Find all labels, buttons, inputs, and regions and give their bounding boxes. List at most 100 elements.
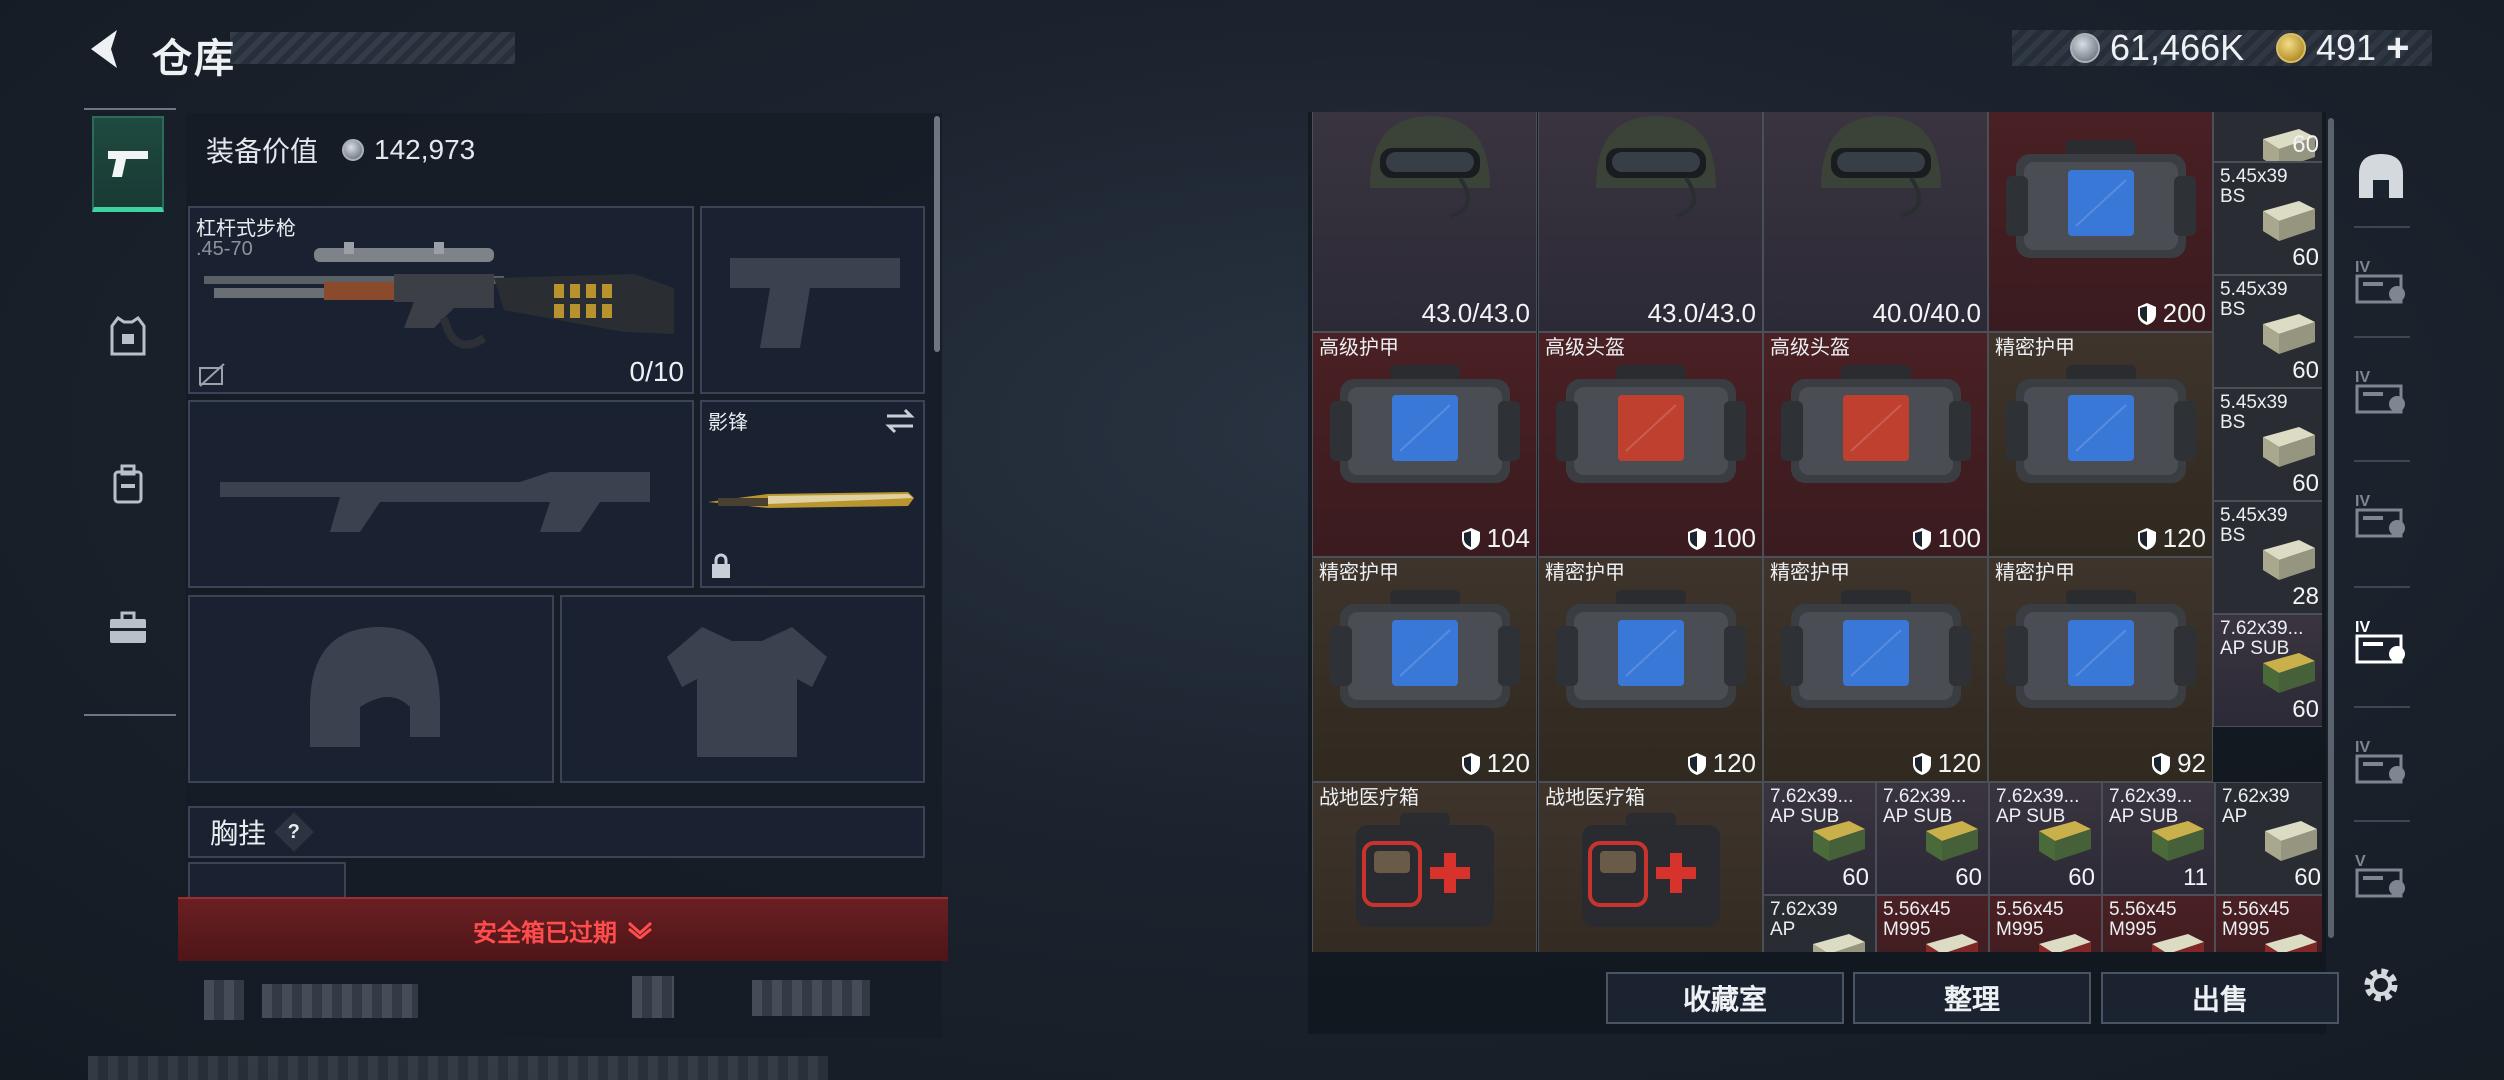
storage-tab-6[interactable]: IV — [2346, 726, 2416, 796]
pistol-slot[interactable] — [700, 206, 925, 394]
settings-button[interactable] — [2346, 950, 2416, 1020]
inventory-item[interactable]: 43.0/43.0 — [1312, 112, 1537, 332]
side-divider — [2354, 226, 2410, 228]
storage-tab-5[interactable]: IV — [2346, 606, 2416, 676]
item-value: 120 — [1461, 748, 1530, 779]
inventory-item[interactable]: 200 — [1988, 112, 2213, 332]
inventory-item[interactable]: 高级护甲 104 — [1312, 332, 1537, 557]
helmet-slot[interactable] — [188, 595, 554, 783]
ammo-item[interactable]: 5.56x45 M99560 — [1989, 895, 2102, 952]
chevron-down-icon — [627, 921, 653, 939]
ammo-item[interactable]: 7.62x39... AP SUB 60 — [2213, 614, 2322, 727]
item-label: 7.62x39 AP — [1770, 899, 1838, 940]
item-label: 7.62x39... AP SUB — [1883, 786, 1967, 827]
inventory-item[interactable]: 40.0/40.0 — [1763, 112, 1988, 332]
add-currency-button[interactable]: + — [2386, 26, 2409, 71]
inventory-item[interactable]: 精密护甲 120 — [1763, 557, 1988, 782]
ammo-item[interactable]: 5.45x39 BS 60 — [2213, 275, 2322, 388]
storage-iv-icon-4: IV — [2355, 619, 2405, 664]
tab-weapons[interactable] — [92, 116, 164, 212]
gold-coin-icon — [2276, 33, 2306, 63]
storage-tab-7[interactable]: V — [2346, 840, 2416, 910]
armor-case-image — [1555, 590, 1746, 708]
censored-text — [262, 984, 418, 1018]
loadout-scrollbar[interactable] — [934, 116, 940, 352]
inventory-item[interactable]: 战地医疗箱645 — [1312, 782, 1537, 952]
ammo-item[interactable]: 60 — [2213, 112, 2322, 162]
inventory-item[interactable]: 战地医疗箱521 — [1538, 782, 1763, 952]
safebox-label: 安全箱已过期 — [473, 919, 617, 947]
tab-backpack[interactable] — [92, 436, 164, 532]
item-value-text: 43.0/43.0 — [1647, 298, 1756, 328]
item-value: 60 — [2292, 357, 2319, 385]
bunker-icon — [2359, 154, 2403, 198]
inventory-item[interactable]: 精密护甲 92 — [1988, 557, 2213, 782]
silver-amount: 61,466K — [2110, 27, 2245, 68]
item-value-text: 120 — [1486, 748, 1530, 778]
storage-tab-1[interactable] — [2346, 140, 2416, 210]
storage-tab-3[interactable]: IV — [2346, 356, 2416, 426]
silver-coin-icon — [2070, 33, 2100, 63]
collection-room-button[interactable]: 收藏室 — [1606, 972, 1844, 1024]
item-label: 战地医疗箱 — [1319, 787, 1419, 809]
melee-slot[interactable]: 影锋 — [700, 400, 925, 588]
censored-footer — [88, 1056, 828, 1080]
ammo-item[interactable]: 7.62x39... AP SUB 60 — [1876, 782, 1989, 895]
item-label: 5.56x45 M995 — [1996, 899, 2064, 940]
weapon-name: 杠杆式步枪 — [196, 218, 296, 240]
item-label: 5.56x45 M995 — [1883, 899, 1951, 940]
storage-scrollbar[interactable] — [2328, 118, 2334, 938]
ammo-item[interactable]: 7.62x39... AP SUB 11 — [2102, 782, 2215, 895]
tab-briefcase[interactable] — [92, 580, 164, 676]
storage-iv-icon-2: IV — [2355, 369, 2405, 414]
page-title: 仓库 — [152, 37, 236, 81]
ammo-item[interactable]: 7.62x39... AP SUB 60 — [1989, 782, 2102, 895]
ammo-item[interactable]: 5.45x39 BS 60 — [2213, 162, 2322, 275]
ammo-item[interactable]: 5.56x45 M99560 — [2215, 895, 2322, 952]
chest-rig-slot[interactable] — [188, 862, 346, 902]
item-value-text: 43.0/43.0 — [1421, 298, 1530, 328]
ammo-item[interactable]: 5.56x45 M99560 — [2102, 895, 2215, 952]
armor-case-image — [1329, 590, 1520, 708]
lever-rifle-image — [204, 242, 674, 349]
swap-icon[interactable] — [885, 408, 915, 434]
gold-currency: 491 + — [2276, 26, 2409, 70]
item-label: 5.56x45 M995 — [2109, 899, 2177, 940]
secondary-weapon-slot[interactable] — [188, 400, 694, 588]
ammo-item[interactable]: 5.56x45 M99560 — [1876, 895, 1989, 952]
inventory-item[interactable]: 精密护甲 120 — [1988, 332, 2213, 557]
chest-rig-header[interactable]: 胸挂 ? — [188, 806, 925, 858]
storage-tab-2[interactable]: IV — [2346, 246, 2416, 316]
inventory-item[interactable]: 高级头盔 100 — [1763, 332, 1988, 557]
equip-value-label: 装备价值 — [206, 136, 319, 167]
equipment-value: 装备价值 142,973 — [206, 130, 475, 170]
inventory-item[interactable]: 精密护甲 120 — [1312, 557, 1537, 782]
item-value-text: 60 — [1955, 864, 1982, 891]
silver-currency: 61,466K — [2070, 26, 2244, 70]
item-value: 60 — [2292, 470, 2319, 498]
help-icon[interactable]: ? — [274, 812, 314, 852]
item-value: 120 — [2137, 523, 2206, 554]
back-button[interactable] — [78, 22, 128, 76]
ammo-item[interactable]: 7.62x39 AP8 — [1763, 895, 1876, 952]
ammo-item[interactable]: 5.45x39 BS 28 — [2213, 501, 2322, 614]
ammo-item[interactable]: 7.62x39 AP 60 — [2215, 782, 2322, 895]
inventory-item[interactable]: 精密护甲 120 — [1538, 557, 1763, 782]
item-value-text: 60 — [1842, 864, 1869, 891]
briefcase-icon — [110, 611, 146, 643]
armor-slot[interactable] — [560, 595, 925, 783]
inventory-item[interactable]: 43.0/43.0 — [1538, 112, 1763, 332]
ammo-item[interactable]: 5.45x39 BS 60 — [2213, 388, 2322, 501]
tab-armor[interactable] — [92, 288, 164, 384]
ammo-item[interactable]: 7.62x39... AP SUB 60 — [1763, 782, 1876, 895]
rifle-placeholder-icon — [220, 472, 650, 532]
svg-text:IV: IV — [2355, 739, 2370, 756]
armor-case-image — [1780, 365, 1971, 483]
item-value: 120 — [1912, 748, 1981, 779]
primary-weapon-slot[interactable]: 杠杆式步枪 .45-70 0/10 — [188, 206, 694, 394]
organize-button[interactable]: 整理 — [1853, 972, 2091, 1024]
storage-tab-4[interactable]: IV — [2346, 480, 2416, 550]
inventory-item[interactable]: 高级头盔 100 — [1538, 332, 1763, 557]
sell-button[interactable]: 出售 — [2101, 972, 2339, 1024]
safebox-expired-banner[interactable]: 安全箱已过期 — [178, 897, 948, 961]
